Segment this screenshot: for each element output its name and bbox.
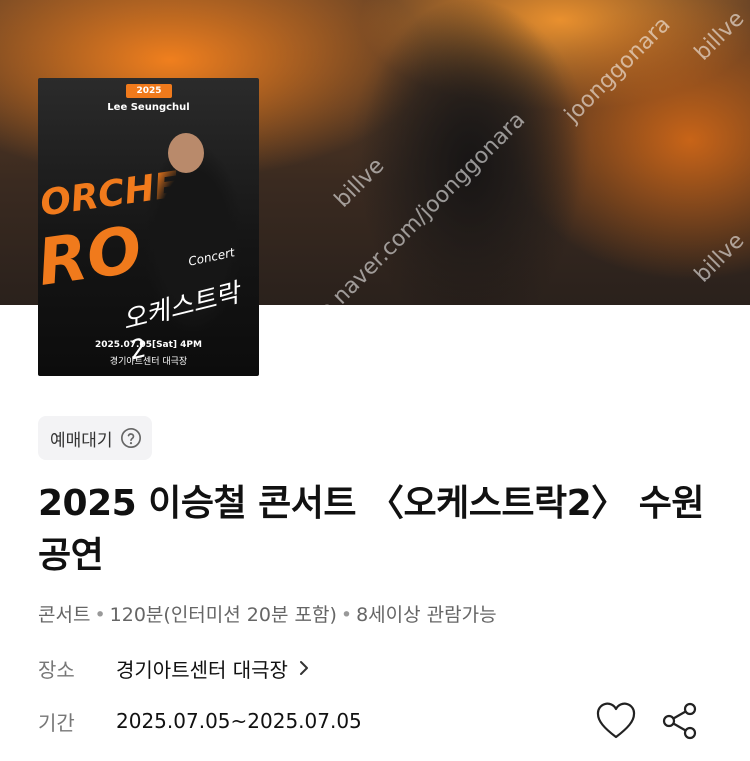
watermark: billve (690, 228, 750, 288)
period-value: 2025.07.05~2025.07.05 (116, 709, 362, 733)
period-row: 기간 2025.07.05~2025.07.05 (38, 706, 362, 736)
concert-poster[interactable]: 2025 Lee Seungchul ORCHE RO Concert 오케스트… (38, 78, 259, 376)
place-label: 장소 (38, 657, 75, 682)
chevron-right-icon[interactable] (298, 659, 310, 677)
meta-age-rating: 8세이상 관람가능 (356, 604, 497, 626)
share-icon[interactable] (660, 701, 700, 741)
period-label: 기간 (38, 710, 75, 735)
booking-status-chip[interactable]: 예매대기 (38, 416, 152, 460)
event-meta: 콘서트 • 120분(인터미션 20분 포함) • 8세이상 관람가능 (38, 600, 497, 627)
share-button[interactable] (658, 699, 702, 743)
poster-artist-name: Lee Seungchul (107, 102, 190, 113)
place-row[interactable]: 장소 경기아트센터 대극장 (38, 653, 310, 683)
booking-status-label: 예매대기 (50, 430, 113, 451)
poster-date: 2025.07.05[Sat] 4PM (95, 340, 202, 350)
place-value[interactable]: 경기아트센터 대극장 (116, 654, 288, 683)
watermark: billve (690, 6, 750, 66)
poster-venue: 경기아트센터 대극장 (109, 357, 188, 367)
meta-genre: 콘서트 (38, 604, 91, 626)
meta-separator: • (340, 604, 353, 626)
heart-icon[interactable] (596, 702, 636, 740)
like-button[interactable] (594, 699, 638, 743)
poster-headline-bottom: RO (38, 213, 147, 301)
meta-separator: • (94, 604, 106, 626)
poster-year-badge: 2025 (126, 84, 172, 98)
page-title: 2025 이승철 콘서트 〈오케스트락2〉 수원공연 (38, 483, 704, 576)
meta-duration: 120분(인터미션 20분 포함) (109, 604, 337, 626)
poster-artist-head (168, 133, 204, 173)
question-circle-icon[interactable] (120, 427, 142, 449)
